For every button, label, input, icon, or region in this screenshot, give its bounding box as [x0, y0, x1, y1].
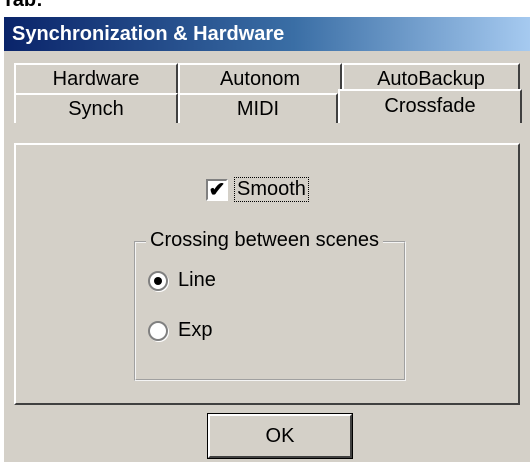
ok-button-label: OK — [265, 424, 295, 447]
window-title: Synchronization & Hardware — [12, 22, 285, 45]
crossing-groupbox: Crossing between scenes Line Exp — [134, 229, 406, 381]
tab-label: Synch — [68, 97, 124, 120]
tab-midi[interactable]: MIDI — [178, 93, 338, 123]
tab-autonom[interactable]: Autonom — [178, 63, 342, 93]
smooth-option[interactable]: ✔ Smooth — [206, 177, 309, 202]
smooth-label[interactable]: Smooth — [234, 177, 309, 202]
tab-label: AutoBackup — [377, 67, 485, 90]
radio-line-option[interactable]: Line — [148, 269, 216, 292]
tab-hardware[interactable]: Hardware — [14, 63, 178, 93]
ok-button[interactable]: OK — [207, 413, 353, 459]
radio-line-label[interactable]: Line — [178, 269, 216, 292]
checkmark-icon: ✔ — [208, 178, 226, 201]
smooth-checkbox[interactable]: ✔ — [206, 178, 228, 201]
radio-exp-option[interactable]: Exp — [148, 319, 212, 342]
title-bar: Synchronization & Hardware — [4, 17, 530, 51]
tab-crossfade[interactable]: Crossfade — [338, 89, 522, 123]
tab-label: Crossfade — [384, 95, 476, 117]
tab-label: MIDI — [236, 97, 280, 120]
radio-exp-label[interactable]: Exp — [178, 319, 212, 342]
groupbox-legend: Crossing between scenes — [146, 229, 384, 252]
tab-synch[interactable]: Synch — [14, 93, 178, 123]
tab-label: Hardware — [52, 67, 140, 90]
crossfade-panel: ✔ Smooth Crossing between scenes Line Ex… — [14, 143, 520, 405]
radio-exp[interactable] — [148, 320, 168, 341]
sync-hardware-dialog: Synchronization & Hardware Hardware Auto… — [2, 15, 530, 462]
clipped-heading: Tab: — [2, 0, 43, 11]
tab-label: Autonom — [219, 67, 301, 90]
radio-line[interactable] — [148, 270, 168, 291]
radio-selected-dot — [154, 276, 162, 285]
